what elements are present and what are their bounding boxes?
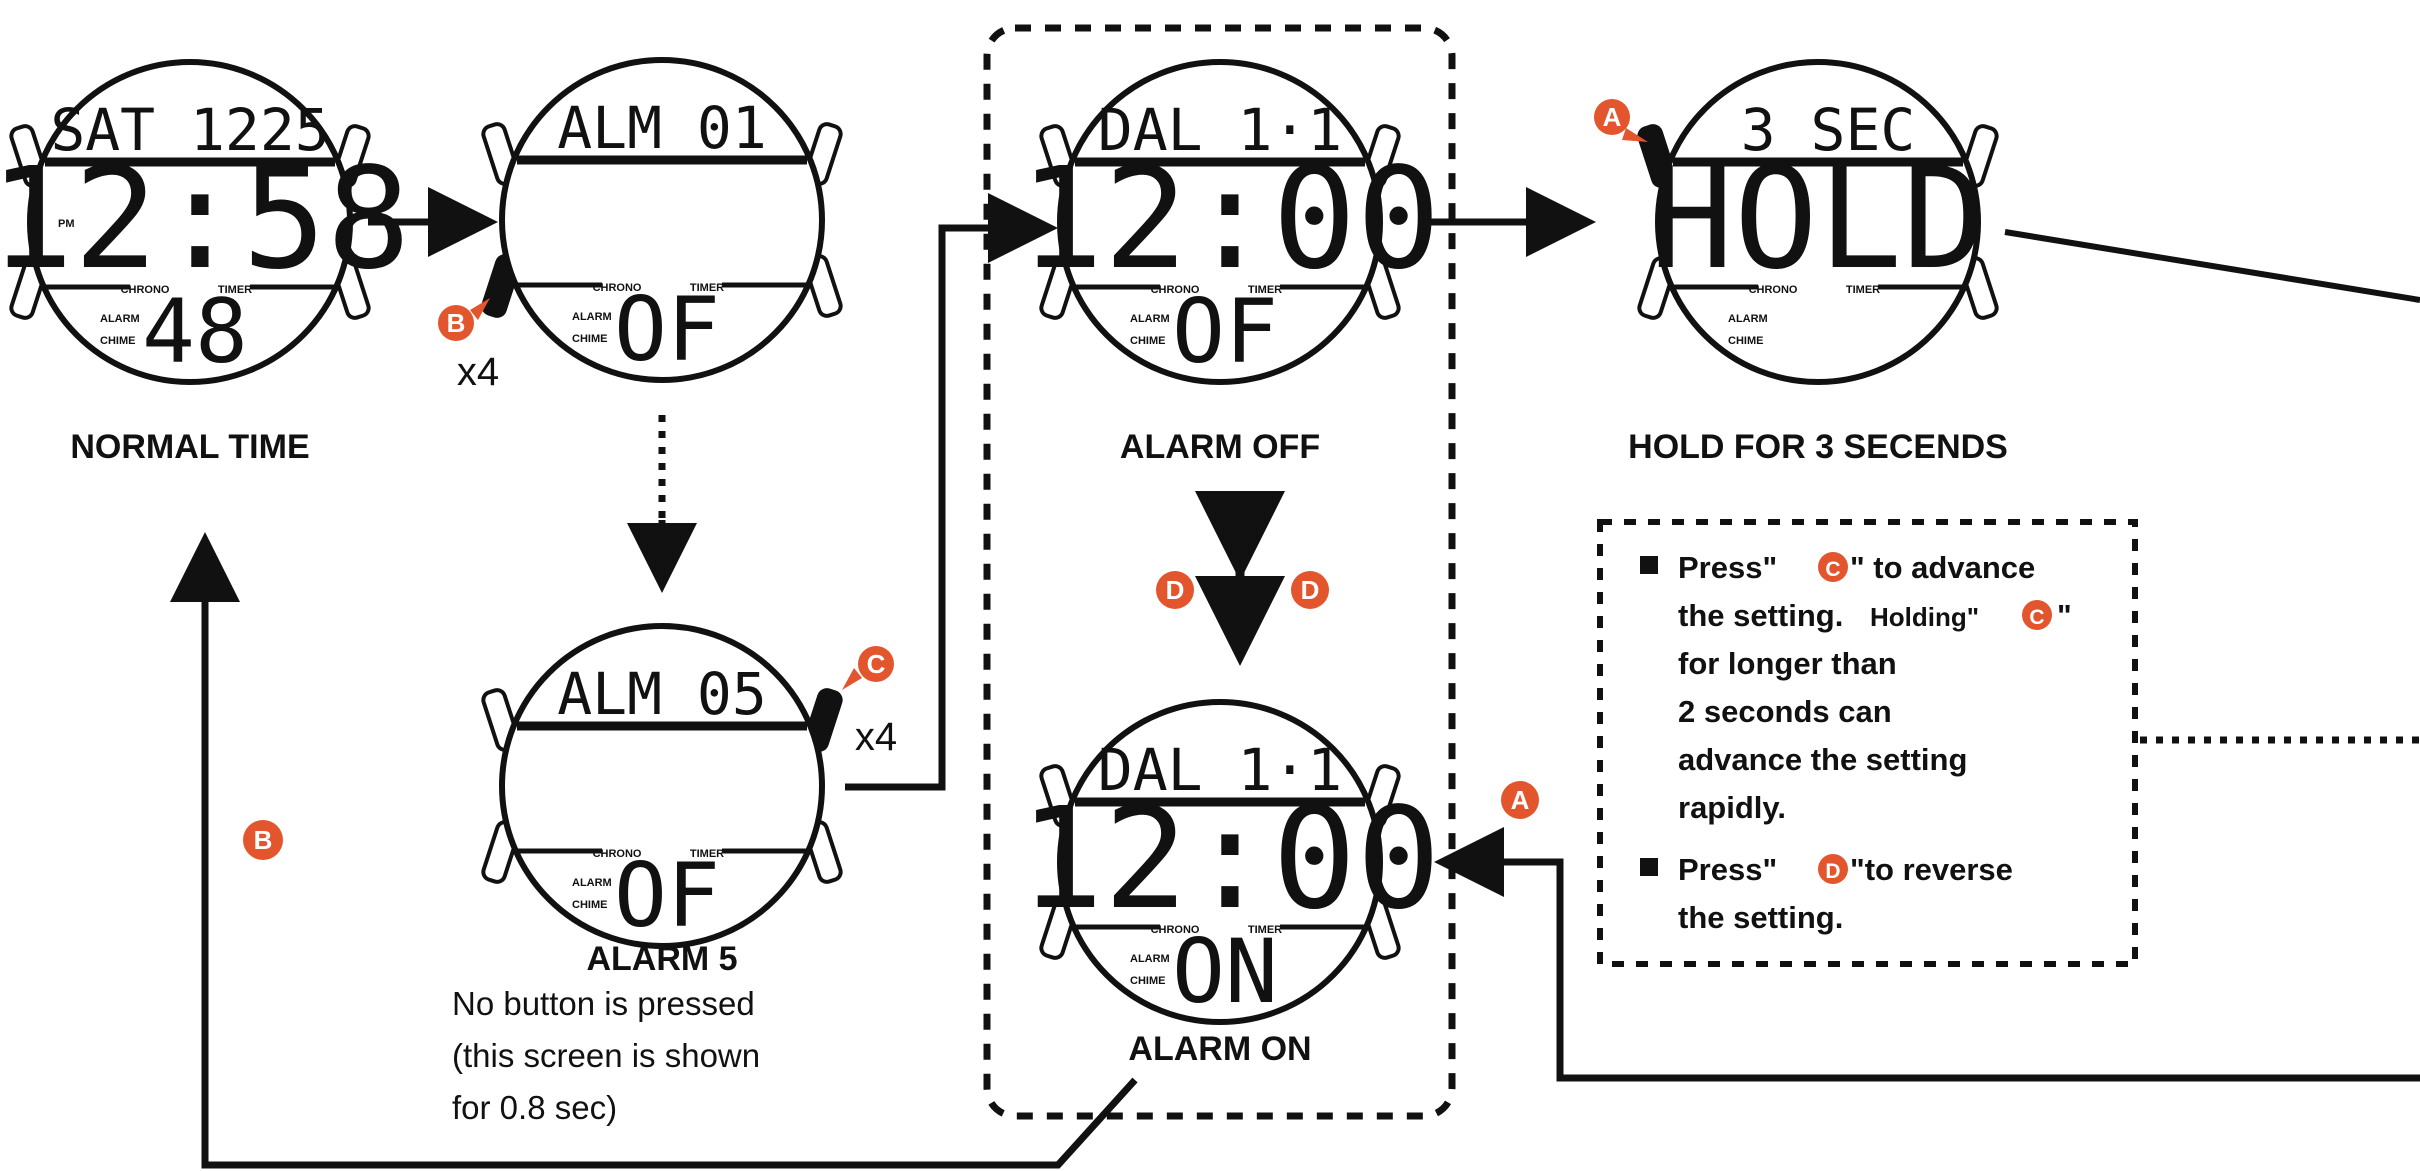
info-line4: 2 seconds can xyxy=(1678,694,1892,729)
svg-text:C: C xyxy=(867,649,886,679)
info-bullet2-rest: "to reverse xyxy=(1850,852,2013,887)
watch-normal-ampm: PM xyxy=(58,218,75,230)
label-hold: HOLD FOR 3 SECENDS xyxy=(1628,428,2008,466)
bullet-2 xyxy=(1640,858,1658,876)
svg-text:B: B xyxy=(254,825,273,855)
lcd-alarm-label: ALARM xyxy=(100,313,140,325)
lcd-alarm-label: ALARM xyxy=(1130,313,1170,325)
watch-alarm-off-sub: OF xyxy=(1172,280,1278,383)
line-hold-to-right xyxy=(2004,229,2420,303)
badge-c-press-x4: C xyxy=(842,646,894,690)
watch-alarm-on-main: 12:00 xyxy=(1019,778,1440,941)
arrow-return-to-alarm-on xyxy=(1434,827,2420,1082)
note-line3: for 0.8 sec) xyxy=(452,1089,617,1126)
watch-alm01: ALM 01 CHRONO TIMER ALARM CHIME OF xyxy=(481,57,843,383)
watch-normal-time: SAT 1225 12:58 PM CHRONO TIMER ALARM CHI… xyxy=(0,59,411,385)
info-line8: the setting. xyxy=(1678,900,1843,935)
info-bullet2-press: Press" xyxy=(1678,852,1777,887)
info-bullet1-press: Press" xyxy=(1678,550,1777,585)
lcd-chrono-label: CHRONO xyxy=(1749,284,1798,296)
svg-text:A: A xyxy=(1511,785,1530,815)
info-line3: for longer than xyxy=(1678,646,1897,681)
badge-b-press-x4: B xyxy=(438,298,490,341)
lcd-chime-label: CHIME xyxy=(100,335,135,347)
lcd-chime-label: CHIME xyxy=(1130,975,1165,987)
info-badge-c-2-text: C xyxy=(2029,606,2044,629)
info-line2c: " xyxy=(2057,598,2072,633)
arrow-alm05-to-alarm-off xyxy=(845,193,1058,791)
note-line2: (this screen is shown xyxy=(452,1037,760,1074)
lcd-alarm-label: ALARM xyxy=(572,877,612,889)
alarm-setting-diagram: SAT 1225 12:58 PM CHRONO TIMER ALARM CHI… xyxy=(0,24,2420,1169)
info-line2b: Holding" xyxy=(1870,602,1979,632)
watch-alm05-top: ALM 05 xyxy=(557,660,767,728)
info-line6: rapidly. xyxy=(1678,790,1786,825)
lcd-timer-label: TIMER xyxy=(1846,284,1880,296)
info-line2a: the setting. xyxy=(1678,598,1843,633)
svg-text:D: D xyxy=(1301,575,1320,605)
label-normal-time: NORMAL TIME xyxy=(70,428,309,466)
note-line1: No button is pressed xyxy=(452,985,755,1022)
svg-text:B: B xyxy=(447,308,466,338)
label-x4-c: x4 xyxy=(855,715,897,759)
watch-alarm-on: DAL 1·1 12:00 CHRONO TIMER ALARM CHIME O… xyxy=(1019,699,1441,1025)
svg-text:D: D xyxy=(1166,575,1185,605)
label-alarm-off: ALARM OFF xyxy=(1120,428,1320,466)
lcd-chime-label: CHIME xyxy=(572,899,607,911)
watch-hold-main: HOLD xyxy=(1649,138,1986,301)
watch-normal-sub: 48 xyxy=(142,280,248,383)
lcd-alarm-label: ALARM xyxy=(1728,313,1768,325)
watch-alarm-on-sub: ON xyxy=(1172,920,1278,1023)
badge-a-return: A xyxy=(1501,781,1539,819)
watch-alm05: ALM 05 CHRONO TIMER ALARM CHIME OF xyxy=(481,623,843,949)
lcd-alarm-label: ALARM xyxy=(1130,953,1170,965)
lcd-chime-label: CHIME xyxy=(1728,335,1763,347)
lcd-chime-label: CHIME xyxy=(572,333,607,345)
svg-text:A: A xyxy=(1603,102,1622,132)
watch-alm01-sub: OF xyxy=(614,278,720,381)
lcd-chime-label: CHIME xyxy=(1130,335,1165,347)
badge-d-right: D xyxy=(1291,571,1329,609)
badge-b-return: B xyxy=(243,820,283,860)
badge-d-left: D xyxy=(1156,571,1194,609)
watch-alarm-off: DAL 1·1 12:00 CHRONO TIMER ALARM CHIME O… xyxy=(1019,59,1441,385)
info-bullet1-rest: " to advance xyxy=(1850,550,2035,585)
watch-alarm-off-main: 12:00 xyxy=(1019,138,1440,301)
lcd-alarm-label: ALARM xyxy=(572,311,612,323)
label-x4-b: x4 xyxy=(457,350,499,394)
watch-hold: 3 SEC HOLD CHRONO TIMER ALARM CHIME xyxy=(1637,59,1999,385)
info-badge-d-text: D xyxy=(1825,860,1840,883)
label-alarm-on: ALARM ON xyxy=(1128,1030,1311,1068)
info-line5: advance the setting xyxy=(1678,742,1967,777)
watch-alm05-sub: OF xyxy=(614,844,720,947)
info-badge-c-1-text: C xyxy=(1825,558,1840,581)
watch-alm01-top: ALM 01 xyxy=(557,94,767,162)
bullet-1 xyxy=(1640,556,1658,574)
label-alarm5: ALARM 5 xyxy=(586,940,737,978)
